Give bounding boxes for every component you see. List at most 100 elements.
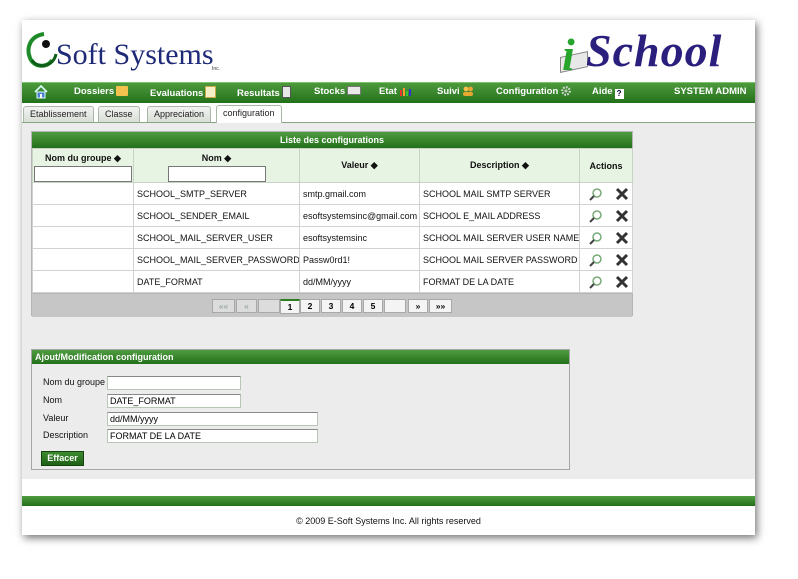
delete-icon[interactable] bbox=[615, 253, 629, 267]
configurations-grid: Liste des configurations Nom du groupe ◆… bbox=[31, 131, 633, 317]
cell-name: SCHOOL_MAIL_SERVER_USER bbox=[133, 226, 300, 249]
menu-aide[interactable]: Aide? bbox=[592, 86, 624, 99]
cell-group bbox=[32, 248, 134, 271]
bar-chart-icon bbox=[399, 88, 411, 96]
menu-label: Evaluations bbox=[150, 88, 204, 99]
table-row[interactable]: SCHOOL_MAIL_SERVER_PASSWORD Passw0rd1! S… bbox=[32, 248, 633, 271]
menu-label: Suivi bbox=[437, 86, 460, 97]
cell-actions bbox=[579, 226, 633, 249]
cell-group bbox=[32, 270, 134, 293]
column-header-name[interactable]: Nom ◆ bbox=[133, 148, 300, 183]
cell-name: DATE_FORMAT bbox=[133, 270, 300, 293]
column-header-value[interactable]: Valeur ◆ bbox=[299, 148, 420, 183]
group-filter-input[interactable] bbox=[34, 166, 132, 182]
menu-label: Stocks bbox=[314, 86, 346, 97]
cell-description: FORMAT DE LA DATE bbox=[419, 270, 580, 293]
table-row[interactable]: SCHOOL_MAIL_SERVER_USER esoftsystemsinc … bbox=[32, 226, 633, 249]
menu-evaluations[interactable]: Evaluations bbox=[150, 86, 217, 99]
cell-value: esoftsystemsinc@gmail.com bbox=[299, 204, 420, 227]
user-name: SYSTEM ADMIN bbox=[674, 86, 747, 97]
description-input[interactable] bbox=[107, 429, 318, 443]
tab-appreciation[interactable]: Appreciation bbox=[147, 106, 212, 122]
cell-description: SCHOOL MAIL SERVER PASSWORD bbox=[419, 248, 580, 271]
description-label: Description bbox=[43, 430, 89, 440]
cell-description: SCHOOL MAIL SMTP SERVER bbox=[419, 182, 580, 205]
delete-icon[interactable] bbox=[615, 275, 629, 289]
tab-configuration[interactable]: configuration bbox=[216, 105, 282, 123]
delete-icon[interactable] bbox=[615, 231, 629, 245]
column-label: Nom du groupe ◆ bbox=[45, 153, 121, 163]
config-edit-form: Ajout/Modification configuration Nom du … bbox=[31, 349, 570, 470]
menu-configuration[interactable]: Configuration bbox=[496, 86, 572, 97]
menu-resultats[interactable]: Resultats bbox=[237, 86, 291, 99]
footer-bar bbox=[22, 496, 755, 506]
name-label: Nom bbox=[43, 395, 63, 405]
column-header-group[interactable]: Nom du groupe ◆ bbox=[32, 148, 134, 183]
pager-page-1[interactable]: 1 bbox=[280, 299, 300, 314]
table-row[interactable]: DATE_FORMAT dd/MM/yyyy FORMAT DE LA DATE bbox=[32, 270, 633, 293]
product-prefix: i bbox=[562, 29, 575, 80]
folder-icon bbox=[116, 86, 129, 96]
pager-page-4[interactable]: 4 bbox=[342, 299, 362, 313]
cell-actions bbox=[579, 270, 633, 293]
name-filter-input[interactable] bbox=[167, 166, 266, 182]
magnifier-icon[interactable] bbox=[589, 253, 603, 267]
magnifier-icon[interactable] bbox=[589, 275, 603, 289]
cell-description: SCHOOL E_MAIL ADDRESS bbox=[419, 204, 580, 227]
table-row[interactable]: SCHOOL_SENDER_EMAIL esoftsystemsinc@gmai… bbox=[32, 204, 633, 227]
tab-classe[interactable]: Classe bbox=[98, 106, 140, 122]
cell-group bbox=[32, 226, 134, 249]
company-name: Soft Systems bbox=[56, 38, 214, 71]
column-header-actions: Actions bbox=[579, 148, 633, 183]
menu-label: Resultats bbox=[237, 88, 280, 99]
tab-etablissement[interactable]: Etablissement bbox=[23, 106, 94, 122]
pager-last-button[interactable]: »» bbox=[429, 299, 452, 313]
value-input[interactable] bbox=[107, 412, 318, 426]
delete-icon[interactable] bbox=[615, 209, 629, 223]
clear-button[interactable]: Effacer bbox=[41, 451, 84, 466]
copyright-text: © 2009 E-Soft Systems Inc. All rights re… bbox=[296, 516, 481, 526]
pager-next-button[interactable]: » bbox=[408, 299, 428, 313]
home-icon[interactable] bbox=[34, 85, 48, 99]
product-name: School bbox=[586, 25, 723, 76]
magnifier-icon[interactable] bbox=[589, 231, 603, 245]
column-label: Nom ◆ bbox=[201, 153, 232, 163]
pager-page-2[interactable]: 2 bbox=[300, 299, 320, 313]
pager-spacer bbox=[258, 299, 280, 313]
cell-name: SCHOOL_SMTP_SERVER bbox=[133, 182, 300, 205]
cell-value: smtp.gmail.com bbox=[299, 182, 420, 205]
menu-label: Etat bbox=[379, 86, 397, 97]
table-row[interactable]: SCHOOL_SMTP_SERVER smtp.gmail.com SCHOOL… bbox=[32, 182, 633, 205]
report-icon bbox=[281, 86, 291, 98]
gear-icon bbox=[561, 86, 572, 96]
cell-value: Passw0rd1! bbox=[299, 248, 420, 271]
magnifier-icon[interactable] bbox=[589, 187, 603, 201]
magnifier-icon[interactable] bbox=[589, 209, 603, 223]
column-header-description[interactable]: Description ◆ bbox=[419, 148, 580, 183]
pager-first-button[interactable]: «« bbox=[212, 299, 235, 313]
group-input[interactable] bbox=[107, 376, 241, 390]
delete-icon[interactable] bbox=[615, 187, 629, 201]
ischool-logo: i School bbox=[554, 24, 754, 80]
pager-page-5[interactable]: 5 bbox=[363, 299, 383, 313]
pager-page-3[interactable]: 3 bbox=[321, 299, 341, 313]
menu-label: Aide bbox=[592, 86, 613, 97]
cell-value: dd/MM/yyyy bbox=[299, 270, 420, 293]
menu-dossiers[interactable]: Dossiers bbox=[74, 86, 129, 97]
pager-spacer-right bbox=[384, 299, 406, 313]
tab-bar: Etablissement Classe Appreciation config… bbox=[22, 104, 755, 123]
menu-suivi[interactable]: Suivi bbox=[437, 86, 474, 97]
name-input[interactable] bbox=[107, 394, 241, 408]
cell-group bbox=[32, 204, 134, 227]
group-label: Nom du groupe bbox=[43, 377, 106, 387]
app-window: Soft Systems Inc. i School Dossiers Eval… bbox=[22, 20, 755, 535]
cell-name: SCHOOL_MAIL_SERVER_PASSWORD bbox=[133, 248, 300, 271]
pager: «« « 1 2 3 4 5 » »» bbox=[32, 293, 632, 317]
menu-stocks[interactable]: Stocks bbox=[314, 86, 362, 97]
cell-description: SCHOOL MAIL SERVER USER NAME bbox=[419, 226, 580, 249]
soft-systems-logo: Soft Systems Inc. bbox=[22, 26, 232, 74]
menu-etat[interactable]: Etat bbox=[379, 86, 411, 97]
pager-prev-button[interactable]: « bbox=[236, 299, 257, 313]
menu-label: Dossiers bbox=[74, 86, 115, 97]
cell-group bbox=[32, 182, 134, 205]
